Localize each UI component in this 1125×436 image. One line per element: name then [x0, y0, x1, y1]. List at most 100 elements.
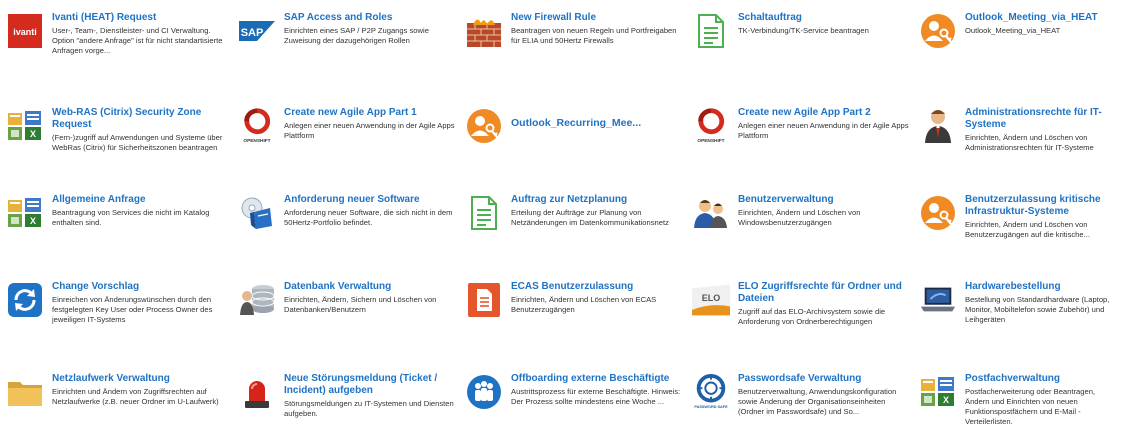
key-person-icon: [919, 194, 957, 232]
tile-description: Austrittsprozess für externe Beschäftigt…: [511, 387, 681, 406]
svg-text:OPENSHIFT: OPENSHIFT: [697, 138, 724, 144]
catalog-tile-schaltauftrag[interactable]: Schaltauftrag TK-Verbindung/TK-Service be…: [686, 0, 913, 95]
catalog-tile-software[interactable]: Anforderung neuer Software Anforderung ne…: [232, 182, 459, 269]
tile-description: Einrichten, Ändern, Sichern und Löschen …: [284, 295, 437, 314]
catalog-tile-firewall[interactable]: New Firewall Rule Beantragen von neuen Re…: [459, 0, 686, 95]
tile-title[interactable]: Change Vorschlag: [52, 281, 228, 293]
catalog-tile-adminrechte[interactable]: Administrationsrechte für IT-Systeme Einr…: [913, 95, 1125, 182]
tile-title[interactable]: Auftrag zur Netzplanung: [511, 194, 682, 206]
catalog-tile-hardware[interactable]: Hardwarebestellung Bestellung von Standar…: [913, 269, 1125, 361]
tile-description: User-, Team-, Dienstleister- und CI Verw…: [52, 26, 223, 55]
catalog-tile-datenbank[interactable]: Datenbank Verwaltung Einrichten, Ändern, …: [232, 269, 459, 361]
tile-description: Benutzerverwaltung, Anwendungskonfigurat…: [738, 387, 897, 416]
catalog-tile-ecas[interactable]: ECAS Benutzerzulassung Einrichten, Ändern…: [459, 269, 686, 361]
catalog-tile-stoerung[interactable]: Neue Störungsmeldung (Ticket / Incident)…: [232, 361, 459, 436]
tile-title[interactable]: Outlook_Meeting_via_HEAT: [965, 12, 1121, 24]
tile-title[interactable]: Ivanti (HEAT) Request: [52, 12, 228, 24]
document-icon: [465, 194, 503, 232]
firewall-icon: [465, 12, 503, 50]
office-apps-icon: X: [919, 373, 957, 411]
catalog-tile-ivanti[interactable]: ivanti Ivanti (HEAT) Request User-, Team-,…: [0, 0, 232, 95]
tile-title[interactable]: ELO Zugriffsrechte für Ordner und Dateie…: [738, 281, 909, 305]
tile-title[interactable]: SAP Access and Roles: [284, 12, 455, 24]
tile-title[interactable]: New Firewall Rule: [511, 12, 682, 24]
svg-text:X: X: [943, 395, 949, 405]
catalog-tile-agile1[interactable]: OPENSHIFT Create new Agile App Part 1 Anle…: [232, 95, 459, 182]
tile-title[interactable]: Benutzerzulassung kritische Infrastruktu…: [965, 194, 1121, 218]
tile-title[interactable]: Hardwarebestellung: [965, 281, 1121, 293]
folder-icon: [6, 373, 44, 411]
tile-description: Einrichten, Ändern und Löschen von ECAS …: [511, 295, 657, 314]
catalog-tile-netzplanung[interactable]: Auftrag zur Netzplanung Erteilung der Auf…: [459, 182, 686, 269]
tile-title[interactable]: Web-RAS (Citrix) Security Zone Request: [52, 107, 228, 131]
tile-title[interactable]: Create new Agile App Part 1: [284, 107, 455, 119]
tile-description: Anlegen einer neuen Anwendung in der Agi…: [738, 121, 909, 140]
key-person-icon: [465, 107, 503, 145]
tile-description: Beantragen von neuen Regeln und Portfrei…: [511, 26, 677, 45]
laptop-icon: [919, 281, 957, 319]
tile-title[interactable]: ECAS Benutzerzulassung: [511, 281, 682, 293]
tile-description: Einrichten, Ändern und Löschen von Benut…: [965, 220, 1090, 239]
tile-description: Beantragung von Services die nicht im Ka…: [52, 208, 210, 227]
tile-description: TK-Verbindung/TK-Service beantragen: [738, 26, 869, 35]
catalog-tile-postfach[interactable]: X Postfachverwaltung Postfacherweiterung o…: [913, 361, 1125, 436]
tile-title[interactable]: Postfachverwaltung: [965, 373, 1121, 385]
svg-text:PASSWORD SAFE: PASSWORD SAFE: [694, 405, 728, 409]
tile-description: Bestellung von Standardhardware (Laptop,…: [965, 295, 1110, 324]
sap-logo-icon: SAP: [238, 12, 276, 50]
catalog-tile-passwordsafe[interactable]: PASSWORD SAFE Passwordsafe Verwaltung Benu…: [686, 361, 913, 436]
catalog-tile-elo[interactable]: ELO ELO Zugriffsrechte für Ordner und Dat…: [686, 269, 913, 361]
admin-person-icon: [919, 107, 957, 145]
tile-description: Einrichten, Ändern und Löschen von Admin…: [965, 133, 1094, 152]
database-icon: [238, 281, 276, 319]
tile-title[interactable]: Create new Agile App Part 2: [738, 107, 909, 119]
catalog-tile-sap[interactable]: SAP SAP Access and Roles Einrichten eines …: [232, 0, 459, 95]
catalog-tile-benutzerverwaltung[interactable]: Benutzerverwaltung Einrichten, Ändern und…: [686, 182, 913, 269]
tile-description: Einrichten, Ändern und Löschen von Windo…: [738, 208, 861, 227]
tile-description: Störungsmeldungen zu IT-Systemen und Die…: [284, 399, 454, 418]
catalog-tile-kritis[interactable]: Benutzerzulassung kritische Infrastruktu…: [913, 182, 1125, 269]
tile-title[interactable]: Schaltauftrag: [738, 12, 909, 24]
password-safe-icon: PASSWORD SAFE: [692, 373, 730, 411]
svg-text:X: X: [30, 216, 36, 226]
tile-title[interactable]: Outlook_Recurring_Mee...: [511, 117, 682, 129]
tile-title[interactable]: Anforderung neuer Software: [284, 194, 455, 206]
group-icon: [465, 373, 503, 411]
key-person-icon: [919, 12, 957, 50]
ecas-document-icon: [465, 281, 503, 319]
users-icon: [692, 194, 730, 232]
tile-description: Einrichten eines SAP / P2P Zugangs sowie…: [284, 26, 429, 45]
svg-text:ivanti: ivanti: [13, 27, 37, 37]
office-apps-icon: X: [6, 107, 44, 145]
svg-text:SAP: SAP: [241, 27, 264, 39]
tile-description: (Fern-)zugriff auf Anwendungen und Syste…: [52, 133, 223, 152]
catalog-tile-outlook-recurring[interactable]: Outlook_Recurring_Mee...: [459, 95, 686, 182]
catalog-tile-allgemein[interactable]: X Allgemeine Anfrage Beantragung von Servi…: [0, 182, 232, 269]
tile-title[interactable]: Benutzerverwaltung: [738, 194, 909, 206]
tile-title[interactable]: Neue Störungsmeldung (Ticket / Incident)…: [284, 373, 455, 397]
catalog-tile-change[interactable]: Change Vorschlag Einreichen von Änderungs…: [0, 269, 232, 361]
tile-title[interactable]: Datenbank Verwaltung: [284, 281, 455, 293]
tile-description: Einrichten und Ändern von Zugriffsrechte…: [52, 387, 219, 406]
tile-description: Outlook_Meeting_via_HEAT: [965, 26, 1061, 35]
catalog-tile-agile2[interactable]: OPENSHIFT Create new Agile App Part 2 Anle…: [686, 95, 913, 182]
tile-title[interactable]: Allgemeine Anfrage: [52, 194, 228, 206]
tile-description: Postfacherweiterung oder Beantragen, Änd…: [965, 387, 1096, 426]
ivanti-logo-icon: ivanti: [6, 12, 44, 50]
tile-description: Einreichen von Änderungswünschen durch d…: [52, 295, 213, 324]
catalog-tile-netzlaufwerk[interactable]: Netzlaufwerk Verwaltung Einrichten und Än…: [0, 361, 232, 436]
office-apps-icon: X: [6, 194, 44, 232]
tile-description: Zugriff auf das ELO-Archivsystem sowie d…: [738, 307, 886, 326]
svg-text:ELO: ELO: [702, 293, 721, 303]
alarm-light-icon: [238, 373, 276, 411]
openshift-icon: OPENSHIFT: [692, 107, 730, 145]
tile-title[interactable]: Administrationsrechte für IT-Systeme: [965, 107, 1121, 131]
tile-title[interactable]: Passwordsafe Verwaltung: [738, 373, 909, 385]
change-arrows-icon: [6, 281, 44, 319]
tile-title[interactable]: Offboarding externe Beschäftigte: [511, 373, 682, 385]
catalog-tile-webras[interactable]: X Web-RAS (Citrix) Security Zone Request (…: [0, 95, 232, 182]
catalog-tile-outlook-meeting[interactable]: Outlook_Meeting_via_HEAT Outlook_Meeting_…: [913, 0, 1125, 95]
catalog-tile-offboarding[interactable]: Offboarding externe Beschäftigte Austritt…: [459, 361, 686, 436]
service-catalog-grid: ivanti Ivanti (HEAT) Request User-, Team-,…: [0, 0, 1125, 436]
tile-title[interactable]: Netzlaufwerk Verwaltung: [52, 373, 228, 385]
